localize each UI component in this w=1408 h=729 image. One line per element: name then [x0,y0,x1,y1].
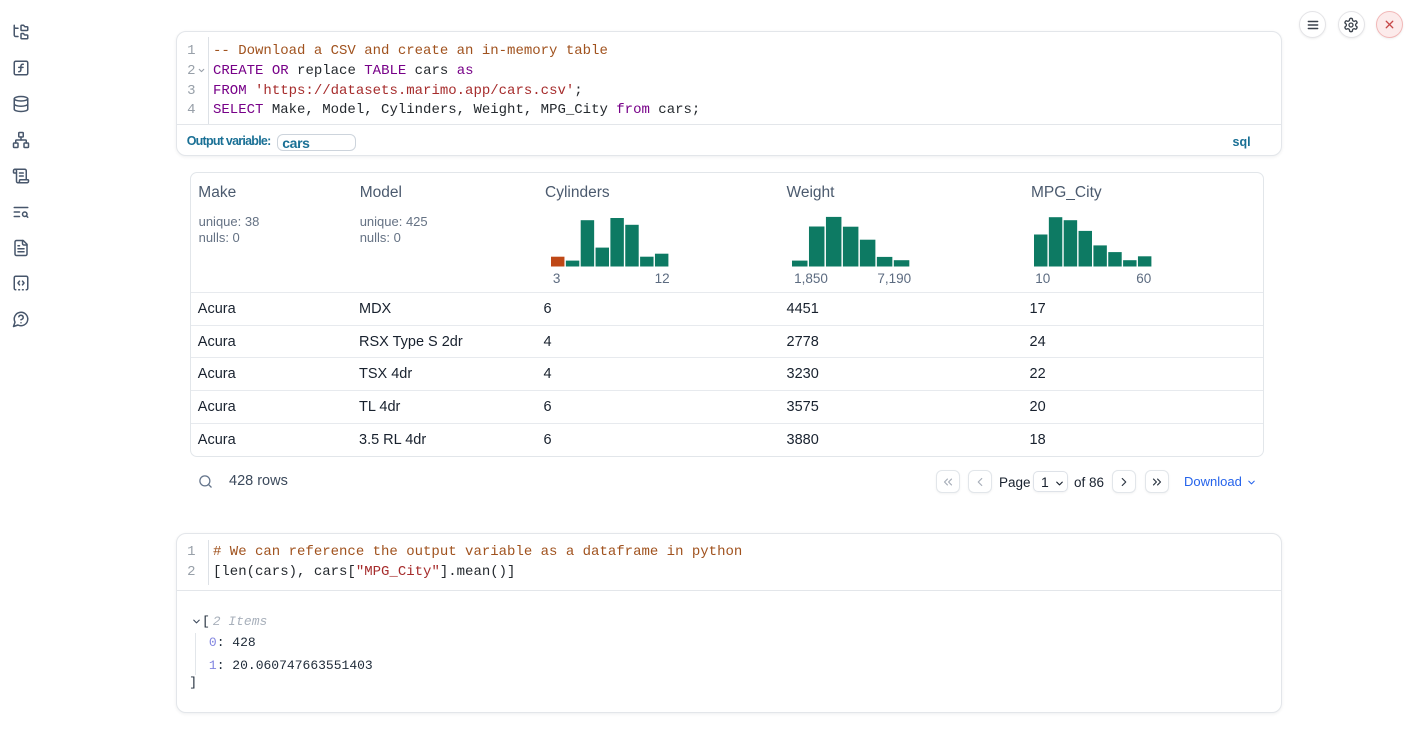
svg-text:10: 10 [1035,271,1050,286]
svg-text:60: 60 [1136,271,1151,286]
svg-text:3: 3 [553,271,561,286]
svg-text:12: 12 [654,271,669,286]
svg-text:7,190: 7,190 [878,271,912,286]
svg-text:1,850: 1,850 [794,271,828,286]
